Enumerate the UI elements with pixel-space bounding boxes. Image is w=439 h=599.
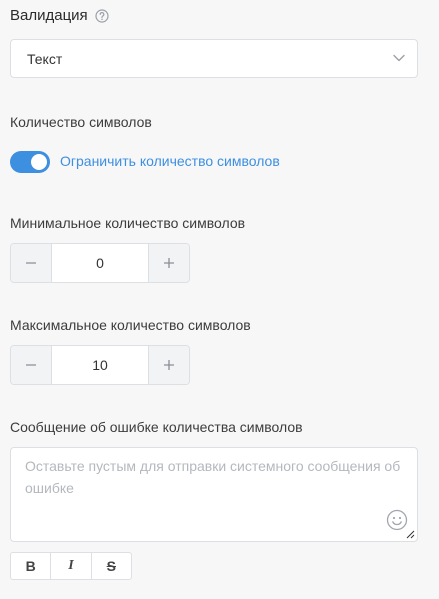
emoji-icon[interactable] <box>386 509 408 531</box>
min-chars-increment-button[interactable] <box>148 244 189 282</box>
plus-icon <box>164 360 174 370</box>
max-chars-stepper <box>10 345 190 385</box>
limit-chars-toggle-label[interactable]: Ограничить количество символов <box>60 153 280 169</box>
min-chars-input[interactable] <box>52 244 148 282</box>
chevron-down-icon <box>393 54 405 62</box>
error-message-textarea[interactable] <box>11 448 417 541</box>
strikethrough-button[interactable]: S <box>90 553 131 579</box>
validation-title: Валидация <box>10 7 88 24</box>
toggle-knob <box>31 154 47 170</box>
resize-handle-icon[interactable] <box>406 530 415 539</box>
italic-button[interactable]: I <box>50 553 90 579</box>
limit-chars-toggle[interactable] <box>10 151 50 173</box>
question-circle-icon[interactable] <box>95 8 109 23</box>
formatting-toolbar: B I S <box>10 552 132 580</box>
max-chars-input[interactable] <box>52 346 148 384</box>
minus-icon <box>26 364 36 366</box>
min-chars-label: Минимальное количество символов <box>10 215 246 231</box>
max-chars-decrement-button[interactable] <box>11 346 52 384</box>
min-chars-decrement-button[interactable] <box>11 244 52 282</box>
validation-type-value: Текст <box>27 51 63 67</box>
validation-header: Валидация <box>10 7 109 24</box>
max-chars-increment-button[interactable] <box>148 346 189 384</box>
error-message-field <box>10 447 418 542</box>
error-message-label: Сообщение об ошибке количества символов <box>10 419 303 435</box>
min-chars-stepper <box>10 243 190 283</box>
minus-icon <box>26 262 36 264</box>
max-chars-label: Максимальное количество символов <box>10 317 251 333</box>
bold-button[interactable]: B <box>11 553 50 579</box>
validation-type-select[interactable]: Текст <box>10 39 418 78</box>
plus-icon <box>164 258 174 268</box>
char-count-section-label: Количество символов <box>10 114 152 130</box>
